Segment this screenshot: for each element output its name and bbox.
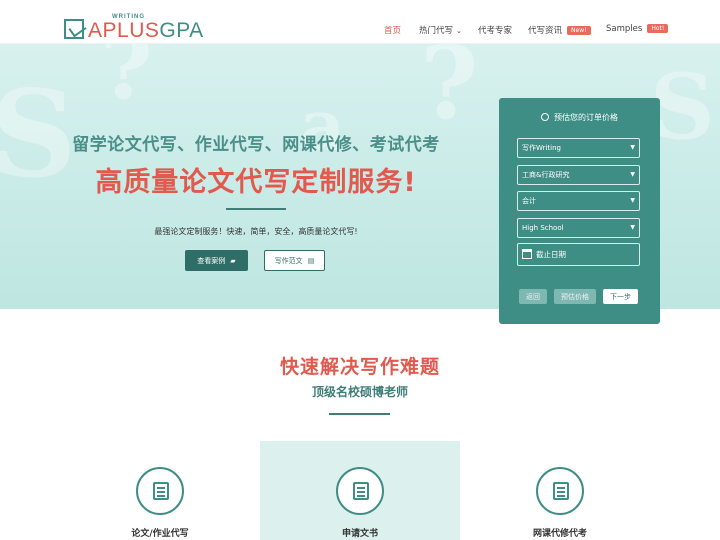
clock-icon bbox=[541, 113, 549, 121]
service-label: 网课代修代考 bbox=[532, 529, 587, 539]
nav-item-hot-writing[interactable]: 热门代写 ⌄ bbox=[419, 24, 462, 38]
dropdown-arrow-icon: ▼ bbox=[630, 224, 635, 231]
logo-brand-a: APLUS bbox=[88, 19, 160, 42]
subject-detail-select[interactable]: 会计 ▼ bbox=[517, 191, 640, 211]
nav-item-samples[interactable]: Samples Hot! bbox=[606, 24, 669, 38]
background-decoration: ? bbox=[420, 44, 479, 142]
dropdown-arrow-icon: ▼ bbox=[630, 197, 635, 204]
select-value: 会计 bbox=[522, 197, 536, 205]
hero-subtitle: 最强论文定制服务！快速，简单，安全，高质量论文代写! bbox=[154, 227, 358, 236]
button-label: 写作范文 bbox=[274, 256, 303, 265]
hero-services-heading: 留学论文代写、作业代写、网课代修、考试代考 bbox=[72, 135, 440, 155]
subject-select[interactable]: 工商&行政研究 ▼ bbox=[517, 165, 640, 185]
nav-item-home[interactable]: 首页 bbox=[384, 24, 401, 38]
document-icon: ▤ bbox=[307, 256, 315, 265]
nav-item-label: 首页 bbox=[384, 26, 402, 36]
background-decoration: ? bbox=[100, 44, 153, 120]
online-course-icon bbox=[553, 482, 569, 500]
button-label: 查看案例 bbox=[197, 256, 226, 265]
button-label: 下一步 bbox=[610, 292, 631, 301]
nav-item-exam-experts[interactable]: 代考专家 bbox=[478, 24, 512, 38]
service-icon-circle bbox=[136, 467, 184, 515]
section-subtitle: 顶级名校硕博老师 bbox=[311, 385, 408, 399]
calendar-icon bbox=[522, 249, 532, 259]
logo-pen-icon bbox=[64, 19, 84, 39]
hero-divider bbox=[226, 208, 286, 210]
panel-title: 预估您的订单价格 bbox=[499, 112, 660, 123]
view-cases-button[interactable]: 查看案例 ▰ bbox=[185, 250, 248, 271]
price-estimator-panel: 预估您的订单价格 写作Writing ▼ 工商&行政研究 ▼ 会计 ▼ High Sc… bbox=[499, 98, 660, 324]
service-icon-circle bbox=[536, 467, 584, 515]
logo-brand-b: GPA bbox=[159, 19, 204, 42]
logo-tagline: WRITING bbox=[112, 14, 145, 20]
date-placeholder: 截止日期 bbox=[536, 250, 566, 259]
service-label: 申请文书 bbox=[341, 529, 378, 539]
application-document-icon bbox=[353, 482, 369, 500]
nav-item-label: Samples bbox=[606, 24, 643, 34]
essay-writing-icon bbox=[153, 482, 169, 500]
dropdown-arrow-icon: ▼ bbox=[630, 144, 635, 151]
estimate-price-button[interactable]: 预估价格 bbox=[554, 289, 596, 304]
chevron-down-icon: ⌄ bbox=[456, 27, 462, 35]
panel-title-text: 预估您的订单价格 bbox=[554, 113, 618, 122]
new-badge: New! bbox=[567, 26, 591, 35]
nav-item-label: 热门代写 bbox=[419, 26, 454, 36]
logo[interactable]: WRITING APLUSGPA bbox=[64, 14, 204, 42]
nav-item-label: 代写资讯 bbox=[528, 26, 563, 36]
deadline-date-input[interactable]: 截止日期 bbox=[517, 243, 640, 266]
section-divider bbox=[329, 413, 390, 415]
service-icon-circle bbox=[336, 467, 384, 515]
section-title: 快速解决写作难题 bbox=[279, 356, 440, 378]
button-label: 返回 bbox=[526, 292, 540, 301]
hot-badge: Hot! bbox=[647, 24, 669, 33]
logo-wordmark: WRITING APLUSGPA bbox=[88, 14, 204, 42]
page: WRITING APLUSGPA 首页 热门代写 ⌄ 代考专家 代写资讯 New! … bbox=[0, 0, 720, 540]
service-label: 论文/作业代写 bbox=[131, 529, 189, 539]
book-icon: ▰ bbox=[230, 256, 236, 265]
hero-title: 高质量论文代写定制服务! bbox=[95, 167, 417, 198]
select-value: 写作Writing bbox=[522, 144, 561, 152]
back-button[interactable]: 返回 bbox=[519, 289, 547, 304]
nav-item-label: 代考专家 bbox=[478, 26, 513, 36]
header: WRITING APLUSGPA 首页 热门代写 ⌄ 代考专家 代写资讯 New! … bbox=[0, 0, 720, 44]
button-label: 预估价格 bbox=[561, 292, 589, 301]
select-value: High School bbox=[522, 224, 564, 232]
service-type-select[interactable]: 写作Writing ▼ bbox=[517, 138, 640, 158]
nav-item-news[interactable]: 代写资讯 New! bbox=[528, 24, 591, 38]
select-value: 工商&行政研究 bbox=[522, 171, 570, 179]
next-step-button[interactable]: 下一步 bbox=[603, 289, 638, 304]
academic-level-select[interactable]: High School ▼ bbox=[517, 218, 640, 238]
writing-samples-button[interactable]: 写作范文 ▤ bbox=[264, 250, 325, 271]
dropdown-arrow-icon: ▼ bbox=[630, 171, 635, 178]
